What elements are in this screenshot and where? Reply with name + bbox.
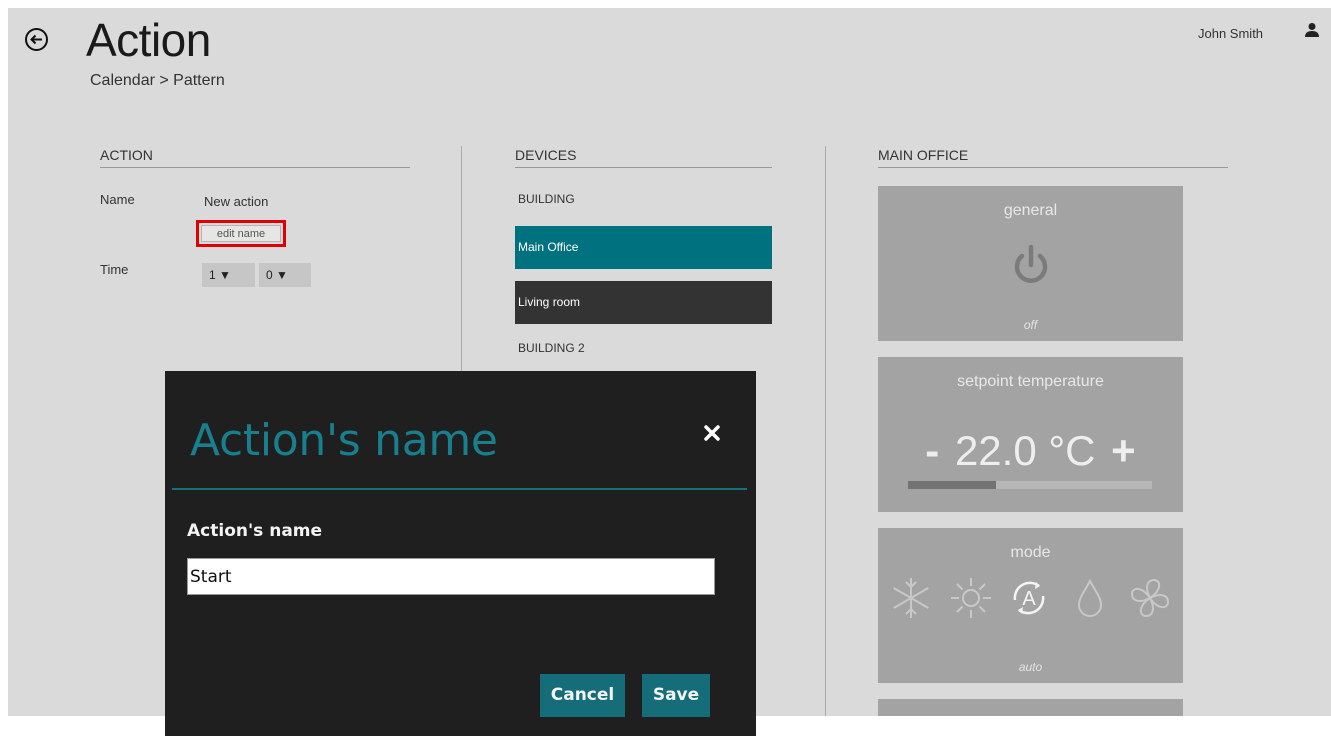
device-item-main-office[interactable]: Main Office xyxy=(515,226,772,269)
save-button[interactable]: Save xyxy=(642,674,710,717)
action-name-label: Action's name xyxy=(187,521,323,541)
user-name[interactable]: John Smith xyxy=(1198,26,1263,41)
edit-name-button[interactable]: edit name xyxy=(196,220,286,247)
fan-icon[interactable] xyxy=(1126,574,1174,622)
svg-text:A: A xyxy=(1022,588,1036,610)
snowflake-icon[interactable] xyxy=(887,574,935,622)
dialog-title: Action's name xyxy=(190,415,498,466)
time-hour-select[interactable]: 1 ▼ xyxy=(202,263,255,287)
action-name-dialog: Action's name Action's name Cancel Save xyxy=(165,371,756,736)
temperature-value: 22.0 °C xyxy=(954,427,1096,474)
drop-icon[interactable] xyxy=(1066,574,1114,622)
cancel-button[interactable]: Cancel xyxy=(540,674,625,717)
time-minute-select[interactable]: 0 ▼ xyxy=(259,263,311,287)
setpoint-widget: setpoint temperature - 22.0 °C + xyxy=(878,357,1183,512)
mode-icons: A xyxy=(878,574,1183,624)
action-section-heading: ACTION xyxy=(100,147,410,168)
name-value: New action xyxy=(204,194,269,209)
mode-status: auto xyxy=(1018,660,1043,674)
close-icon[interactable] xyxy=(704,425,720,441)
back-arrow-icon[interactable] xyxy=(24,27,49,52)
edit-name-label: edit name xyxy=(201,225,281,242)
page-title: Action xyxy=(86,14,211,66)
mode-title: mode xyxy=(1010,544,1051,561)
mode-widget: mode A auto xyxy=(878,528,1183,683)
temperature-slider-fill xyxy=(908,481,996,489)
sun-icon[interactable] xyxy=(947,574,995,622)
time-label: Time xyxy=(100,262,129,277)
increase-temperature-button[interactable]: + xyxy=(1111,427,1136,474)
general-status: off xyxy=(1023,318,1038,332)
temperature-slider[interactable] xyxy=(908,481,1152,489)
auto-mode-icon[interactable]: A xyxy=(1005,574,1053,622)
breadcrumb[interactable]: Calendar > Pattern xyxy=(90,72,225,90)
dialog-divider xyxy=(172,488,747,490)
setpoint-title: setpoint temperature xyxy=(957,373,1104,390)
devices-section-heading: DEVICES xyxy=(515,147,772,168)
column-divider xyxy=(825,146,826,716)
main-office-heading: MAIN OFFICE xyxy=(878,147,1228,168)
device-item-living-room[interactable]: Living room xyxy=(515,281,772,324)
action-name-input[interactable] xyxy=(187,558,715,595)
power-icon[interactable] xyxy=(1011,244,1051,284)
general-title: general xyxy=(1003,202,1058,219)
device-group-building[interactable]: BUILDING xyxy=(518,192,575,206)
user-icon[interactable] xyxy=(1304,22,1320,38)
device-group-building-2[interactable]: BUILDING 2 xyxy=(518,341,585,355)
decrease-temperature-button[interactable]: - xyxy=(925,427,939,474)
next-widget xyxy=(878,699,1183,716)
name-label: Name xyxy=(100,192,135,207)
temperature-row: - 22.0 °C + xyxy=(878,427,1183,475)
general-widget[interactable]: general off xyxy=(878,186,1183,341)
